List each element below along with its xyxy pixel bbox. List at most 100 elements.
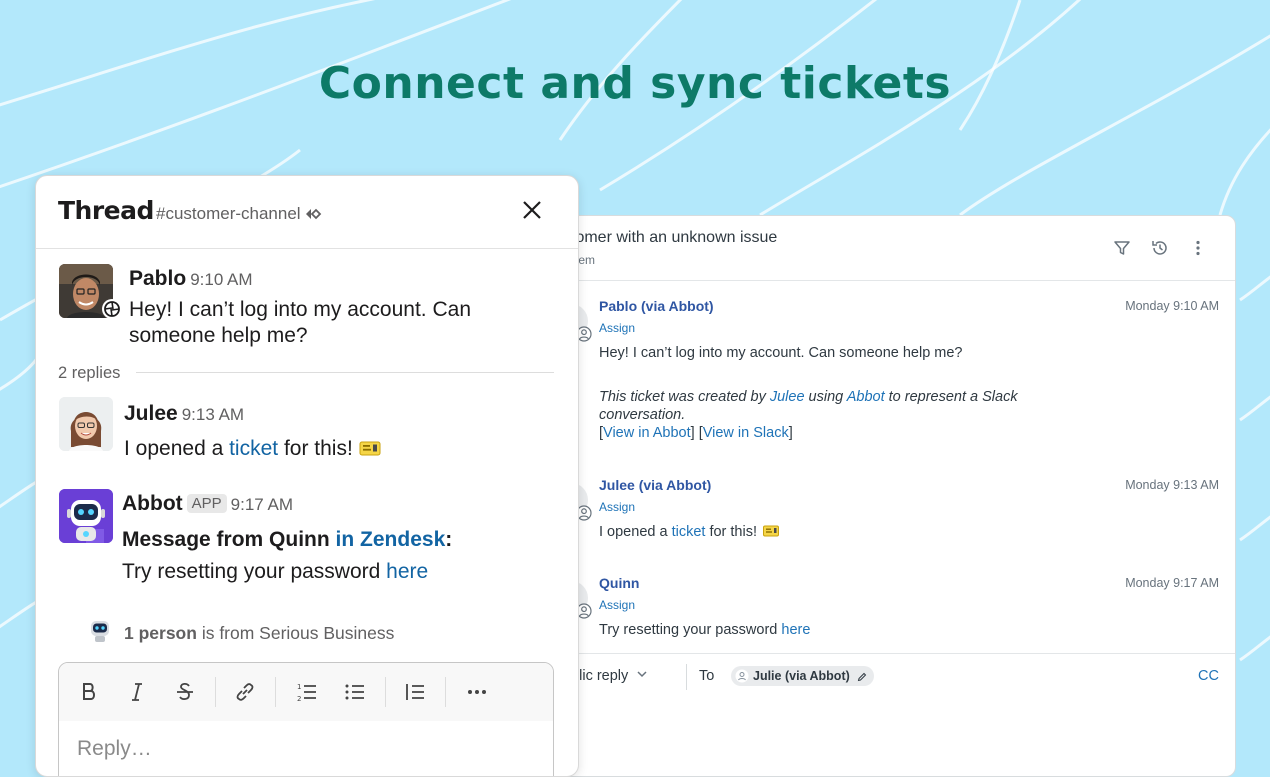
message-time[interactable]: 9:13 AM [182,405,244,424]
shared-org-badge-icon [102,299,122,319]
message-text-after: for this! [278,437,359,460]
bold-icon[interactable] [77,680,101,704]
to-label: To [699,668,715,684]
message-text-before: Try resetting your password [122,560,387,583]
people-count[interactable]: 1 person [124,623,197,643]
filter-icon[interactable] [1112,238,1132,258]
more-horizontal-icon[interactable] [465,680,489,704]
chevron-down-icon [637,671,647,678]
comment-author[interactable]: Pablo (via Abbot) [599,298,714,314]
ticket-note-line2: conversation. [599,407,686,423]
ticket-note: This ticket was created by Julee using A… [599,389,1018,405]
assign-link[interactable]: Assign [599,500,635,514]
channel-link[interactable]: #customer-channel [156,204,323,224]
message-time[interactable]: 9:17 AM [231,495,293,514]
history-icon[interactable] [1150,238,1170,258]
robot-icon [91,621,109,642]
view-in-slack-link[interactable]: View in Slack [703,425,789,441]
avatar-photo [59,397,113,451]
toolbar-divider [275,677,276,707]
message-text: Hey! I can’t log into my account. Can so… [129,298,471,347]
here-link[interactable]: here [781,622,810,638]
toolbar-divider [215,677,216,707]
message-time[interactable]: 9:10 AM [190,270,252,289]
assign-link[interactable]: Assign [599,598,635,612]
message-text-before: I opened a [124,437,230,460]
cc-button[interactable]: CC [1198,668,1219,684]
comment-text-before: Try resetting your password [599,622,782,638]
zendesk-ticket-panel: stomer with an unknown issue ystem Pablo… [548,215,1236,777]
note-app-link[interactable]: Abbot [847,389,885,405]
close-icon[interactable] [520,198,544,222]
link-icon[interactable] [233,680,257,704]
italic-icon[interactable] [125,680,149,704]
recipient-pill[interactable]: Julie (via Abbot) [731,666,874,686]
note-mid: using [804,389,847,405]
divider [686,664,687,690]
ticket-links: [View in Abbot] [View in Slack] [599,425,793,441]
comment-time: Monday 9:13 AM [1125,478,1219,492]
comment-time: Monday 9:10 AM [1125,299,1219,313]
org-note: 1 person is from Serious Business [124,623,394,644]
thread-header: Thread #customer-channel [36,176,578,249]
author-name[interactable]: Julee [124,402,178,425]
divider [136,372,554,373]
app-badge: APP [186,494,227,513]
avatar-abbot[interactable] [59,489,113,543]
comment-time: Monday 9:17 AM [1125,576,1219,590]
ticket-emoji-icon [359,441,381,456]
message-heading: Message from Quinn in Zendesk: [122,527,452,553]
channel-name: #customer-channel [156,204,301,223]
comment-text: I opened a ticket for this! [599,524,780,540]
page-headline: Connect and sync tickets [318,58,952,109]
here-link[interactable]: here [386,560,428,583]
bulleted-list-icon[interactable] [343,680,367,704]
people-suffix: is from Serious Business [196,623,395,643]
more-vertical-icon[interactable] [1188,238,1208,258]
zendesk-link[interactable]: in Zendesk [336,528,446,551]
comment-text-before: I opened a [599,524,672,540]
edit-pencil-icon[interactable] [857,672,867,682]
message-text: Try resetting your password here [122,559,428,585]
toolbar-divider [445,677,446,707]
message-author: Abbot APP 9:17 AM [122,492,293,516]
comment-text: Hey! I can’t log into my account. Can so… [599,345,963,361]
ticket-link[interactable]: ticket [229,437,278,460]
note-suffix: to represent a Slack [884,389,1018,405]
replies-count: 2 replies [58,364,121,382]
message-heading-colon: : [445,528,453,551]
ticket-emoji-icon [763,525,780,537]
thread-title: Thread [58,196,154,225]
strikethrough-icon[interactable] [173,680,197,704]
person-icon [735,669,749,683]
comment-author[interactable]: Julee (via Abbot) [599,477,711,493]
svg-text:1: 1 [297,683,301,691]
slack-thread-panel: Thread #customer-channel Pablo 9:10 AM He… [35,175,579,777]
reply-bar: ublic reply To Julie (via Abbot) CC [549,653,1235,702]
message-text: I opened a ticket for this! [124,436,381,462]
ticket-title: stomer with an unknown issue [563,229,778,246]
shared-channel-icon [305,208,321,220]
ticket-header: stomer with an unknown issue ystem [549,216,1235,281]
comment-author[interactable]: Quinn [599,575,639,591]
avatar-julee[interactable] [59,397,113,451]
robot-avatar-icon [59,489,113,543]
message-author: Pablo 9:10 AM [129,267,253,291]
blockquote-icon[interactable] [403,680,427,704]
author-name[interactable]: Abbot [122,492,183,515]
message-author: Julee 9:13 AM [124,402,244,426]
note-prefix: This ticket was created by [599,389,770,405]
comment-text-after: for this! [705,524,762,540]
assign-link[interactable]: Assign [599,321,635,335]
ticket-link[interactable]: ticket [672,524,706,540]
svg-text:2: 2 [297,695,301,703]
reply-input[interactable]: Reply… [77,737,152,761]
author-name[interactable]: Pablo [129,267,186,290]
toolbar-divider [385,677,386,707]
message-heading-prefix: Message from Quinn [122,528,330,551]
ordered-list-icon[interactable]: 12 [295,680,319,704]
formatting-toolbar: 12 [59,663,553,721]
comment-text: Try resetting your password here [599,622,810,638]
note-user-link[interactable]: Julee [770,389,805,405]
view-in-abbot-link[interactable]: View in Abbot [603,425,691,441]
